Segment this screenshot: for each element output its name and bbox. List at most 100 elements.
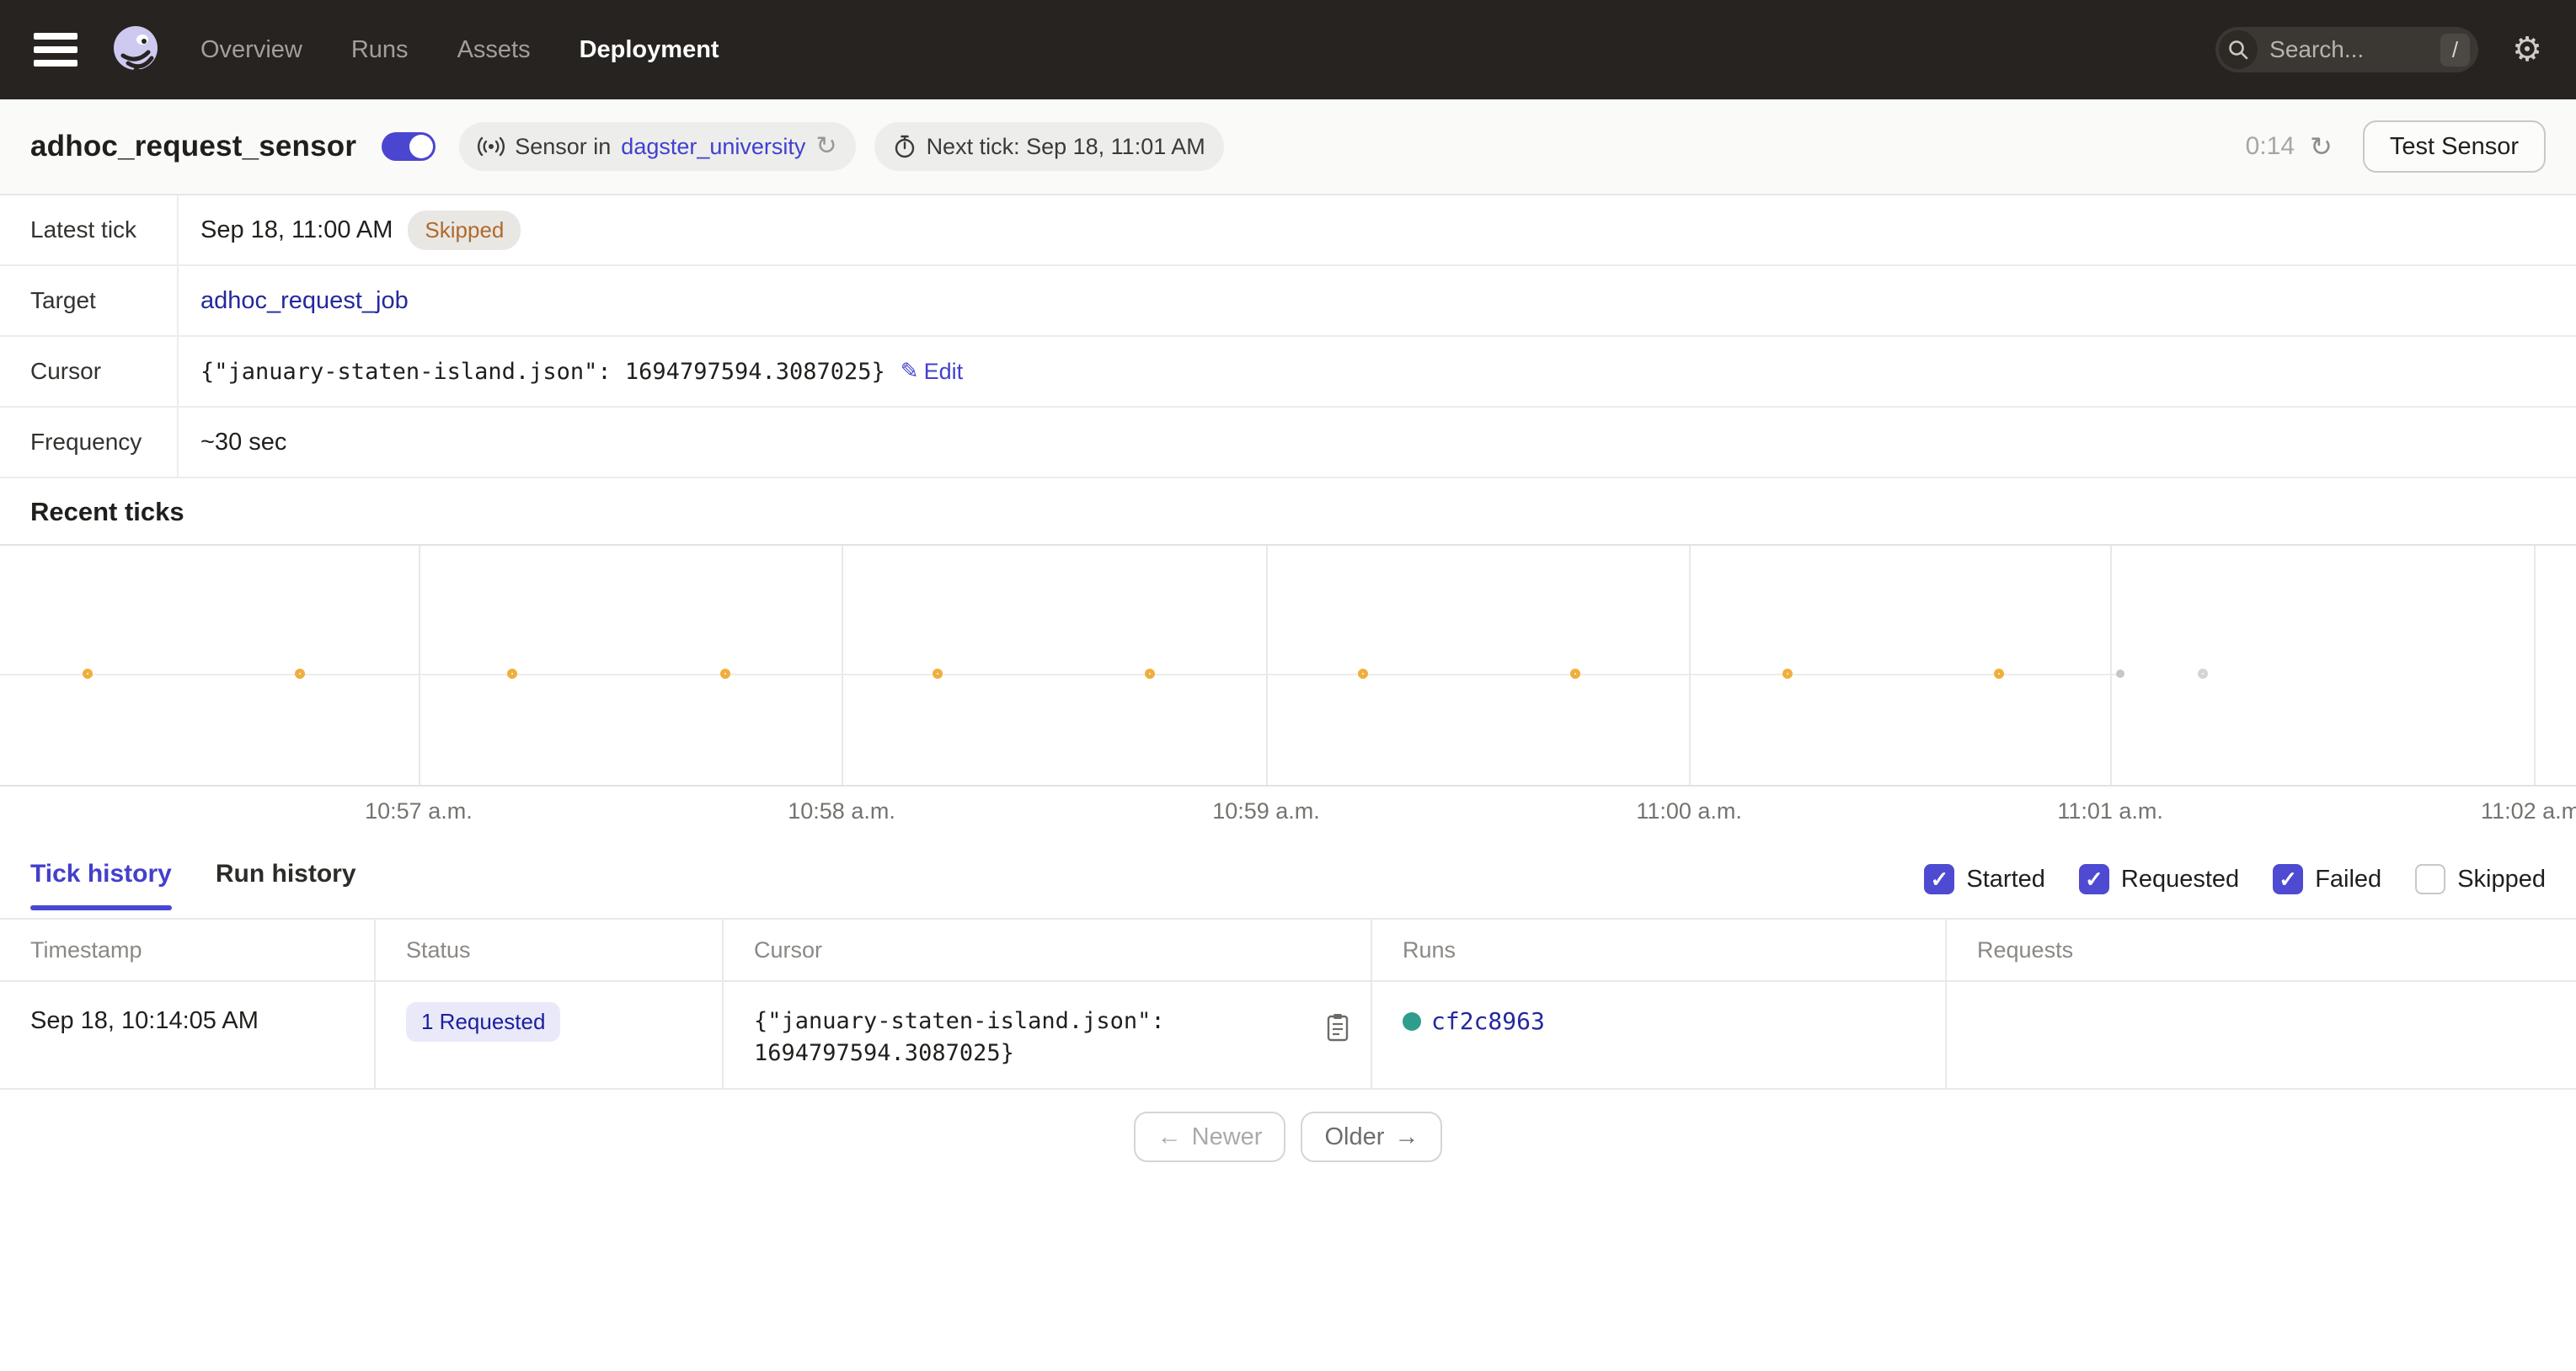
cursor-label: Cursor	[0, 337, 179, 406]
gear-icon[interactable]: ⚙	[2512, 33, 2542, 67]
timeline-baseline	[0, 674, 2120, 675]
dagster-logo-icon[interactable]	[108, 22, 163, 77]
col-header-requests: Requests	[1947, 920, 2576, 980]
run-status-dot	[1403, 1012, 1421, 1031]
history-section: Tick history Run history ✓ Started ✓ Req…	[0, 830, 2576, 1184]
col-header-timestamp: Timestamp	[0, 920, 376, 980]
tick-dot-skipped[interactable]	[1358, 669, 1368, 679]
sensor-toggle[interactable]	[382, 132, 436, 161]
latest-tick-value: Sep 18, 11:00 AM	[200, 216, 393, 244]
axis-tick-label: 10:58 a.m.	[788, 798, 895, 824]
chart-gridline	[842, 546, 843, 785]
tick-dot-skipped[interactable]	[1570, 669, 1580, 679]
nav-links: Overview Runs Assets Deployment	[200, 36, 719, 64]
axis-tick-label: 11:00 a.m.	[1636, 798, 1742, 824]
recent-ticks-section: Recent ticks 10:57 a.m. 10:58 a.m. 10:59 a…	[0, 478, 2576, 830]
axis-tick-label: 10:57 a.m.	[365, 798, 473, 824]
filter-skipped[interactable]: Skipped	[2415, 864, 2546, 894]
tick-dot-skipped[interactable]	[83, 669, 93, 679]
copy-cursor-icon[interactable]	[1325, 1012, 1350, 1043]
reload-location-icon[interactable]: ↻	[815, 134, 836, 159]
sensor-location-pill: Sensor in dagster_university ↻	[459, 122, 855, 171]
tick-dot-skipped[interactable]	[295, 669, 305, 679]
older-button[interactable]: Older →	[1301, 1112, 1442, 1162]
sensor-details: Latest tick Sep 18, 11:00 AM Skipped Tar…	[0, 195, 2576, 478]
recent-ticks-title: Recent ticks	[0, 478, 2576, 544]
timer-icon	[893, 134, 917, 159]
refresh-countdown: 0:14	[2246, 132, 2295, 161]
detail-row-latest-tick: Latest tick Sep 18, 11:00 AM Skipped	[0, 195, 2576, 266]
recent-ticks-axis: 10:57 a.m. 10:58 a.m. 10:59 a.m. 11:00 a.m.…	[0, 787, 2576, 830]
detail-row-cursor: Cursor {"january-staten-island.json": 16…	[0, 337, 2576, 408]
cell-cursor: {"january-staten-island.json": 169479759…	[724, 982, 1372, 1088]
col-header-cursor: Cursor	[724, 920, 1372, 980]
frequency-label: Frequency	[0, 408, 179, 477]
target-label: Target	[0, 266, 179, 335]
axis-tick-label: 10:59 a.m.	[1212, 798, 1320, 824]
code-location-link[interactable]: dagster_university	[621, 134, 805, 160]
detail-row-frequency: Frequency ~30 sec	[0, 408, 2576, 478]
detail-row-target: Target adhoc_request_job	[0, 266, 2576, 337]
tab-run-history[interactable]: Run history	[216, 860, 356, 910]
chart-gridline	[2110, 546, 2112, 785]
hamburger-menu-icon[interactable]	[34, 33, 77, 67]
target-job-link[interactable]: adhoc_request_job	[200, 287, 409, 315]
tick-dot-skipped[interactable]	[507, 669, 517, 679]
tick-dot-pending	[2198, 669, 2208, 679]
edit-cursor-link[interactable]: ✎ Edit	[901, 359, 963, 385]
frequency-value: ~30 sec	[200, 429, 286, 456]
tick-dot-current	[2116, 669, 2124, 678]
search-box[interactable]: /	[2215, 27, 2478, 72]
tick-dot-skipped[interactable]	[720, 669, 730, 679]
requested-status-badge[interactable]: 1 Requested	[406, 1002, 560, 1042]
newer-button[interactable]: ← Newer	[1134, 1112, 1286, 1162]
filter-requested[interactable]: ✓ Requested	[2079, 864, 2239, 894]
chart-gridline	[1689, 546, 1691, 785]
skipped-status-badge: Skipped	[408, 211, 521, 250]
sensor-icon	[478, 135, 505, 158]
search-icon	[2219, 30, 2258, 69]
next-tick-pill: Next tick: Sep 18, 11:01 AM	[874, 122, 1224, 171]
tick-dot-skipped[interactable]	[933, 669, 943, 679]
right-arrow-icon: →	[1394, 1123, 1419, 1151]
run-id-link[interactable]: cf2c8963	[1431, 1007, 1545, 1035]
tick-dot-skipped[interactable]	[1994, 669, 2004, 679]
checkbox-requested[interactable]: ✓	[2079, 864, 2109, 894]
cell-requests	[1947, 982, 2576, 1088]
latest-tick-label: Latest tick	[0, 195, 179, 264]
checkbox-started[interactable]: ✓	[1924, 864, 1954, 894]
tabs-row: Tick history Run history ✓ Started ✓ Req…	[0, 830, 2576, 918]
chart-gridline	[419, 546, 420, 785]
cell-runs: cf2c8963	[1372, 982, 1947, 1088]
row-cursor-value: {"january-staten-island.json": 169479759…	[754, 1006, 1226, 1070]
filter-failed[interactable]: ✓ Failed	[2273, 864, 2381, 894]
checkbox-failed[interactable]: ✓	[2273, 864, 2303, 894]
tab-tick-history[interactable]: Tick history	[30, 860, 172, 910]
col-header-runs: Runs	[1372, 920, 1947, 980]
tick-history-table: Timestamp Status Cursor Runs Requests Se…	[0, 918, 2576, 1090]
cell-status: 1 Requested	[376, 982, 724, 1088]
left-arrow-icon: ←	[1157, 1123, 1182, 1151]
axis-tick-label: 11:01 a.m.	[2057, 798, 2163, 824]
chart-gridline	[2534, 546, 2536, 785]
chart-gridline	[1266, 546, 1268, 785]
sensor-header: adhoc_request_sensor Sensor in dagster_u…	[0, 99, 2576, 195]
filter-started[interactable]: ✓ Started	[1924, 864, 2045, 894]
cell-timestamp: Sep 18, 10:14:05 AM	[0, 982, 376, 1088]
checkbox-skipped[interactable]	[2415, 864, 2445, 894]
nav-item-overview[interactable]: Overview	[200, 36, 302, 64]
page-title: adhoc_request_sensor	[30, 130, 356, 163]
status-filters: ✓ Started ✓ Requested ✓ Failed Skipped	[1924, 864, 2546, 906]
recent-ticks-chart	[0, 544, 2576, 787]
nav-item-runs[interactable]: Runs	[351, 36, 409, 64]
nav-item-assets[interactable]: Assets	[457, 36, 531, 64]
sensor-in-label: Sensor in	[515, 134, 611, 160]
nav-item-deployment[interactable]: Deployment	[580, 36, 719, 64]
tick-dot-skipped[interactable]	[1145, 669, 1155, 679]
tick-dot-skipped[interactable]	[1782, 669, 1793, 679]
pagination: ← Newer Older →	[0, 1090, 2576, 1184]
search-input[interactable]	[2269, 36, 2440, 63]
refresh-icon[interactable]: ↻	[2310, 131, 2333, 163]
next-tick-label: Next tick: Sep 18, 11:01 AM	[927, 134, 1205, 160]
test-sensor-button[interactable]: Test Sensor	[2363, 120, 2546, 173]
